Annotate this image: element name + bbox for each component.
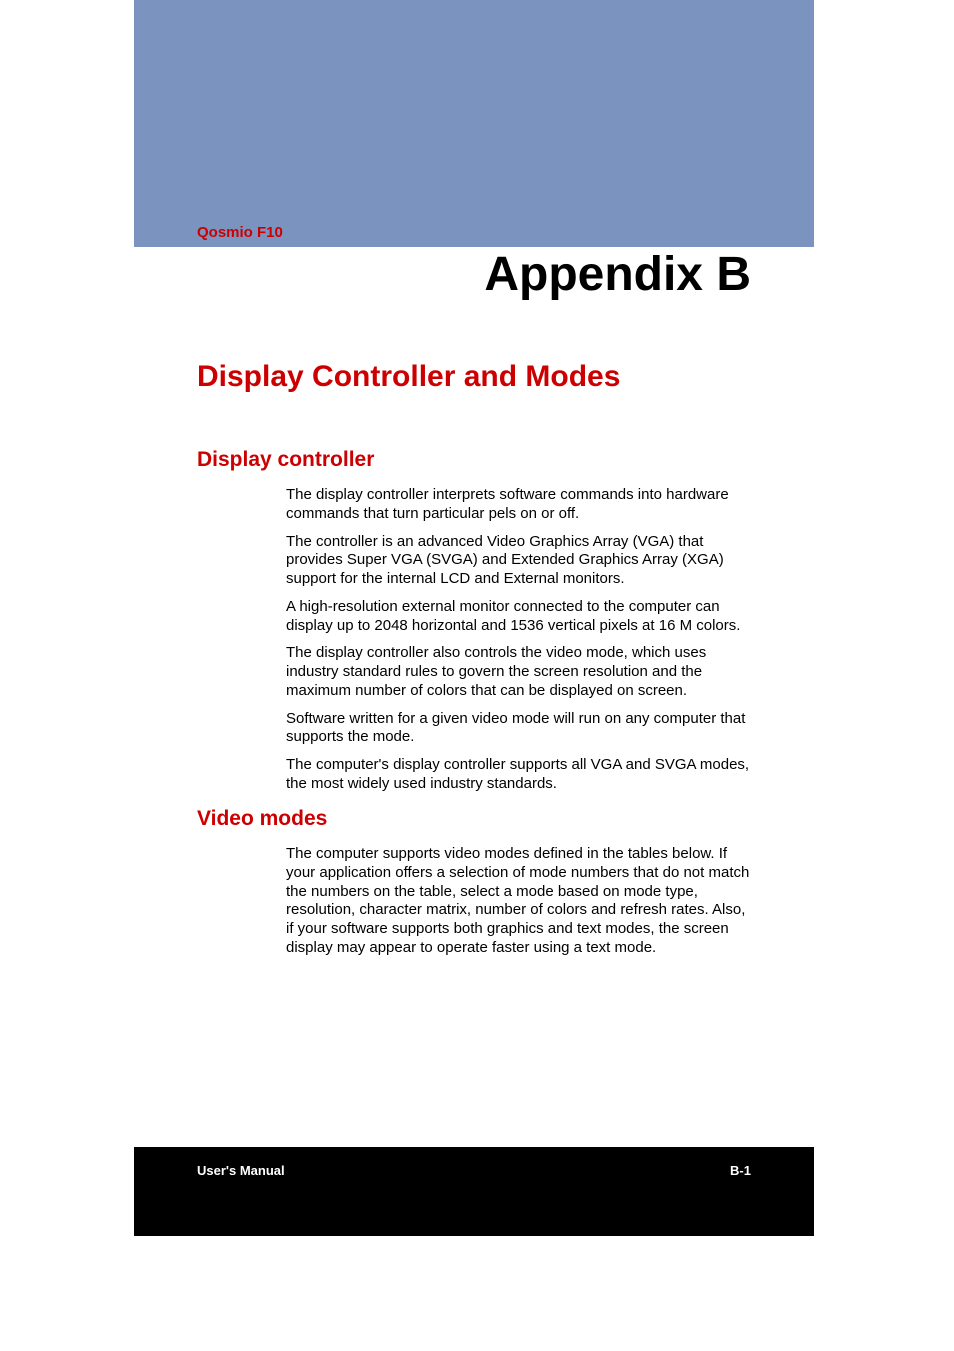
paragraph: The computer's display controller suppor… xyxy=(286,756,754,794)
footer-left-text: User's Manual xyxy=(197,1163,285,1178)
footer-page-number: B-1 xyxy=(730,1163,751,1178)
paragraph: The display controller also controls the… xyxy=(286,644,754,700)
paragraph: A high-resolution external monitor conne… xyxy=(286,598,754,636)
product-name: Qosmio F10 xyxy=(197,224,283,241)
paragraph: The computer supports video modes define… xyxy=(286,845,754,958)
appendix-title: Appendix B xyxy=(484,247,751,302)
section-body-display-controller: The display controller interprets softwa… xyxy=(286,486,754,803)
section-heading-video-modes: Video modes xyxy=(197,807,327,831)
paragraph: The controller is an advanced Video Grap… xyxy=(286,533,754,589)
section-heading-display-controller: Display controller xyxy=(197,448,374,472)
page-title: Display Controller and Modes xyxy=(197,360,620,394)
paragraph: The display controller interprets softwa… xyxy=(286,486,754,524)
header-banner xyxy=(134,0,814,247)
paragraph: Software written for a given video mode … xyxy=(286,710,754,748)
footer-banner xyxy=(134,1147,814,1236)
section-body-video-modes: The computer supports video modes define… xyxy=(286,845,754,958)
